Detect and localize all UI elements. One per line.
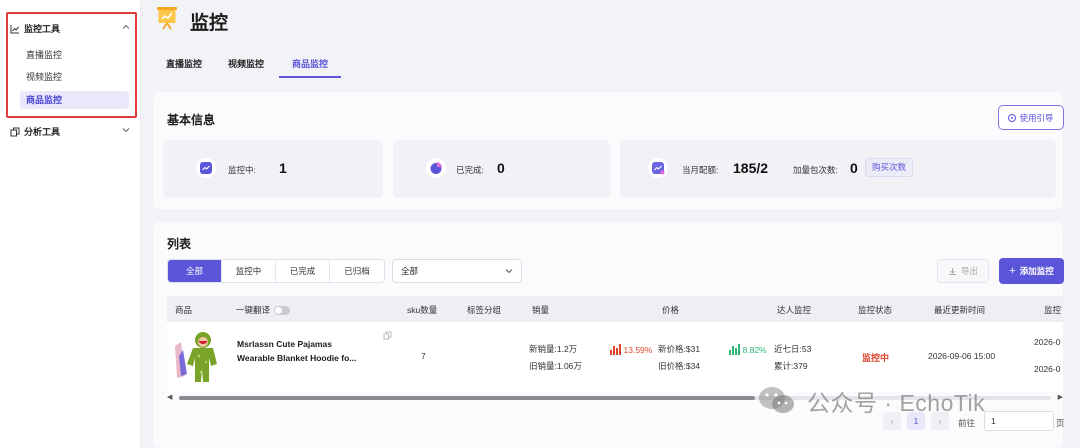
table-header: 商品 一键翻译 sku数量 标签分组 销量 价格 达人监控 监控状态 最近更新时… (167, 296, 1063, 322)
col-translate-label: 一键翻译 (236, 305, 271, 315)
pie-chart-icon (426, 158, 446, 178)
stat-quota-value: 185/2 (733, 160, 769, 176)
scroll-left-icon[interactable]: ◀ (167, 393, 172, 401)
product-name-line1[interactable]: Msrlassn Cute Pajamas (237, 339, 332, 349)
sales-change: 13.59% (610, 344, 652, 355)
filter-completed[interactable]: 已完成 (276, 260, 330, 282)
copy-icon (10, 127, 20, 137)
trend-up-icon (610, 344, 621, 355)
new-price: 新价格:$31 (658, 344, 701, 354)
stat-monitoring-value: 1 (279, 160, 287, 176)
group-select-value: 全部 (401, 266, 419, 276)
target-icon (1008, 113, 1017, 122)
old-price: 旧价格:$34 (658, 361, 701, 371)
status-filter-group: 全部 监控中 已完成 已归档 (167, 259, 385, 283)
watermark-text: 公众号 · EchoTik (807, 390, 986, 416)
buy-times-button[interactable]: 购买次数 (865, 158, 914, 177)
col-price: 价格 (662, 305, 680, 315)
stat-completed-value: 0 (497, 160, 505, 176)
basic-info-card: 基本信息 使用引导 监控中: 1 已完成: 0 当月配额: 185/2 加量包次… (153, 92, 1064, 209)
col-monitor-time: 监控 (1044, 305, 1062, 315)
stat-extra-label: 加量包次数: (793, 165, 838, 175)
watermark: 公众号 · EchoTik (757, 384, 985, 418)
presentation-chart-icon (156, 6, 178, 30)
basic-info-title: 基本信息 (167, 113, 216, 127)
copy-icon[interactable] (383, 331, 392, 340)
stat-quota: 当月配额: 185/2 加量包次数: 0 购买次数 (620, 140, 1056, 198)
tab-live-monitor[interactable]: 直播监控 (153, 50, 215, 78)
monitor-time-end: 2026-0 (1034, 364, 1061, 374)
monitor-time-start: 2026-0 (1034, 337, 1061, 347)
creator-recent7: 近七日:53 (774, 344, 812, 354)
guide-button-label: 使用引导 (1019, 112, 1054, 123)
status-badge: 监控中 (862, 353, 890, 363)
table-row[interactable]: Msrlassn Cute Pajamas Wearable Blanket H… (167, 322, 1063, 392)
price-change-value: 8.82% (742, 345, 767, 355)
col-status: 监控状态 (858, 305, 893, 315)
chevron-up-icon (122, 22, 130, 34)
add-monitor-button[interactable]: + 添加监控 (999, 258, 1064, 284)
sidebar-group-label: 监控工具 (24, 24, 61, 34)
goto-page-input[interactable]: 1 (984, 411, 1054, 431)
tab-video-monitor[interactable]: 视频监控 (215, 50, 277, 78)
tab-bar: 直播监控 视频监控 商品监控 (153, 50, 342, 78)
quota-chart-icon (648, 158, 668, 178)
stat-quota-label: 当月配额: (682, 165, 719, 175)
page-title: 监控 (190, 13, 229, 34)
chevron-down-icon (122, 125, 130, 137)
sales-change-value: 13.59% (623, 345, 653, 355)
stat-completed: 已完成: 0 (393, 140, 610, 198)
new-sales: 新销量:1.2万 (529, 344, 578, 354)
sidebar-item-live-monitor[interactable]: 直播监控 (20, 46, 129, 64)
plus-icon: + (1009, 265, 1016, 277)
col-updated: 最近更新时间 (934, 305, 986, 315)
scroll-right-icon[interactable]: ▶ (1058, 393, 1063, 401)
updated-time: 2026-09-06 15:00 (928, 351, 996, 361)
tab-product-monitor[interactable]: 商品监控 (279, 50, 342, 78)
sidebar: 监控工具 直播监控 视频监控 商品监控 分析工具 (0, 0, 141, 448)
chevron-down-icon (505, 260, 513, 290)
price-change: 8.82% (729, 344, 767, 355)
sidebar-group-analysis-tools[interactable]: 分析工具 (10, 125, 130, 138)
stat-monitoring-label: 监控中: (228, 165, 256, 175)
col-sku: sku数量 (407, 305, 438, 315)
col-translate: 一键翻译 (236, 304, 291, 316)
old-sales: 旧销量:1.06万 (529, 361, 582, 371)
page-suffix: 页 (1056, 418, 1065, 428)
stat-extra-value: 0 (850, 160, 858, 176)
guide-button[interactable]: 使用引导 (998, 105, 1064, 130)
export-label: 导出 (960, 266, 978, 276)
sidebar-item-video-monitor[interactable]: 视频监控 (20, 68, 129, 86)
col-sales: 销量 (532, 305, 550, 315)
translate-toggle[interactable] (274, 306, 291, 316)
goto-label: 前往 (958, 418, 976, 428)
export-button[interactable]: 导出 (937, 259, 989, 283)
monitor-chart-icon (196, 158, 216, 178)
col-product: 商品 (175, 305, 193, 315)
line-chart-icon (10, 24, 20, 34)
stat-monitoring: 监控中: 1 (163, 140, 383, 198)
product-name-line2[interactable]: Wearable Blanket Hoodie fo... (237, 353, 356, 363)
sidebar-group-label: 分析工具 (24, 127, 61, 137)
list-title: 列表 (167, 237, 192, 251)
sidebar-group-monitor-tools[interactable]: 监控工具 (10, 22, 130, 35)
col-tag: 标签分组 (467, 305, 502, 315)
sidebar-item-product-monitor[interactable]: 商品监控 (20, 91, 129, 109)
col-creator: 达人监控 (777, 305, 812, 315)
wechat-icon (757, 385, 797, 417)
download-icon (948, 267, 957, 276)
product-image[interactable] (171, 328, 227, 384)
stat-completed-label: 已完成: (456, 165, 484, 175)
scroll-thumb[interactable] (179, 396, 755, 400)
trend-up-icon (729, 344, 740, 355)
group-select[interactable]: 全部 (392, 259, 522, 283)
sku-count: 7 (421, 351, 426, 361)
add-monitor-label: 添加监控 (1019, 266, 1054, 276)
filter-archived[interactable]: 已归档 (330, 260, 384, 282)
filter-all[interactable]: 全部 (168, 260, 222, 282)
creator-total: 累计:379 (774, 361, 808, 371)
filter-monitoring[interactable]: 监控中 (222, 260, 276, 282)
